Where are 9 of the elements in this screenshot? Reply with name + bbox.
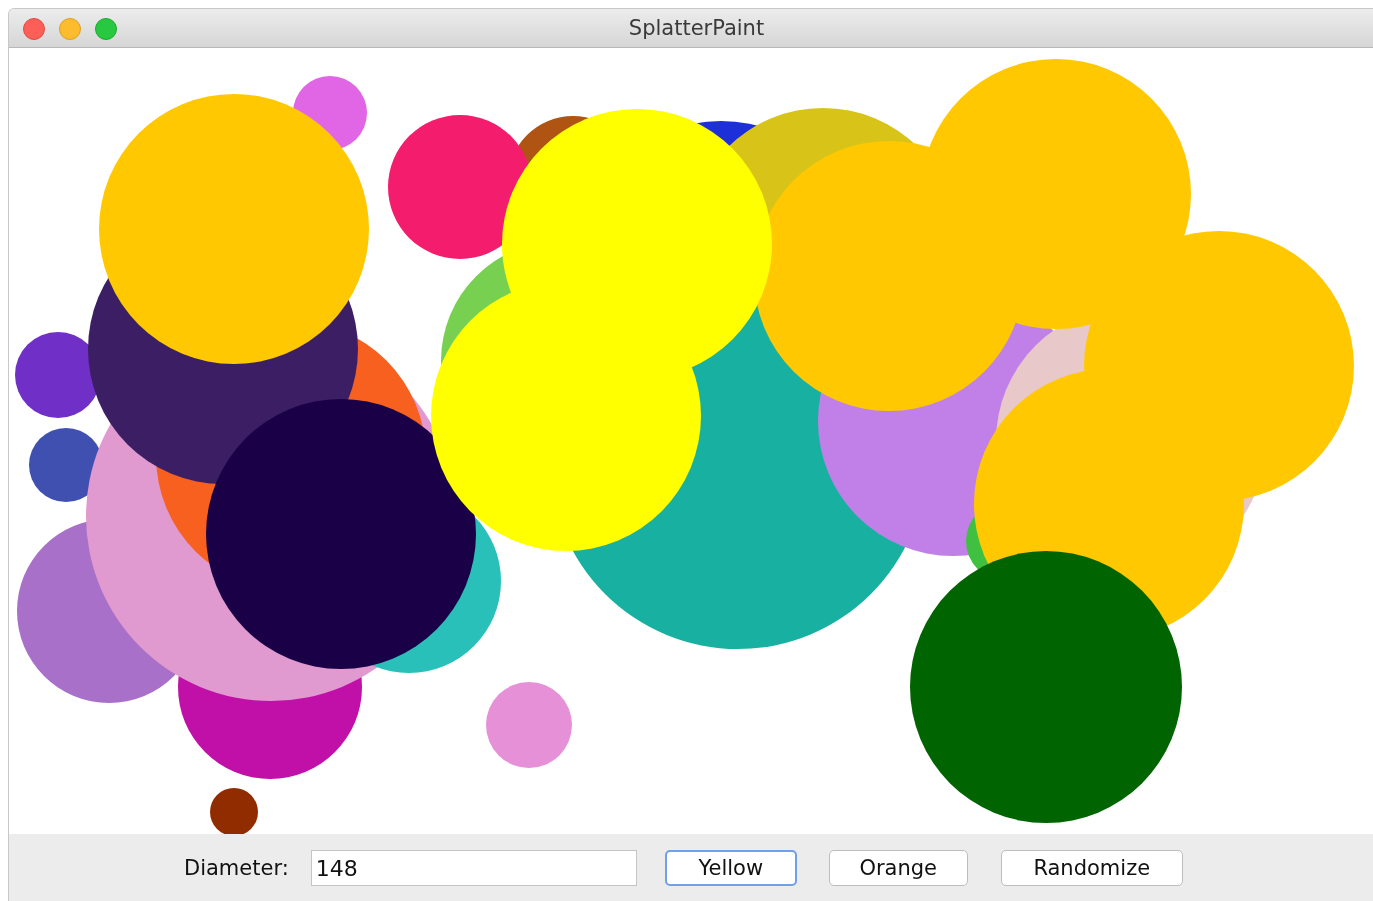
diameter-field[interactable]: 148 — [310, 850, 637, 886]
minimize-icon[interactable] — [59, 18, 81, 40]
window-title: SplatterPaint — [628, 16, 765, 40]
zoom-icon[interactable] — [95, 18, 117, 40]
close-icon[interactable] — [23, 18, 45, 40]
button[interactable]: Orange — [828, 850, 968, 886]
button[interactable]: Yellow — [664, 850, 797, 886]
button[interactable]: Randomize — [1000, 850, 1183, 886]
diameter-label: Diameter: — [184, 856, 289, 880]
